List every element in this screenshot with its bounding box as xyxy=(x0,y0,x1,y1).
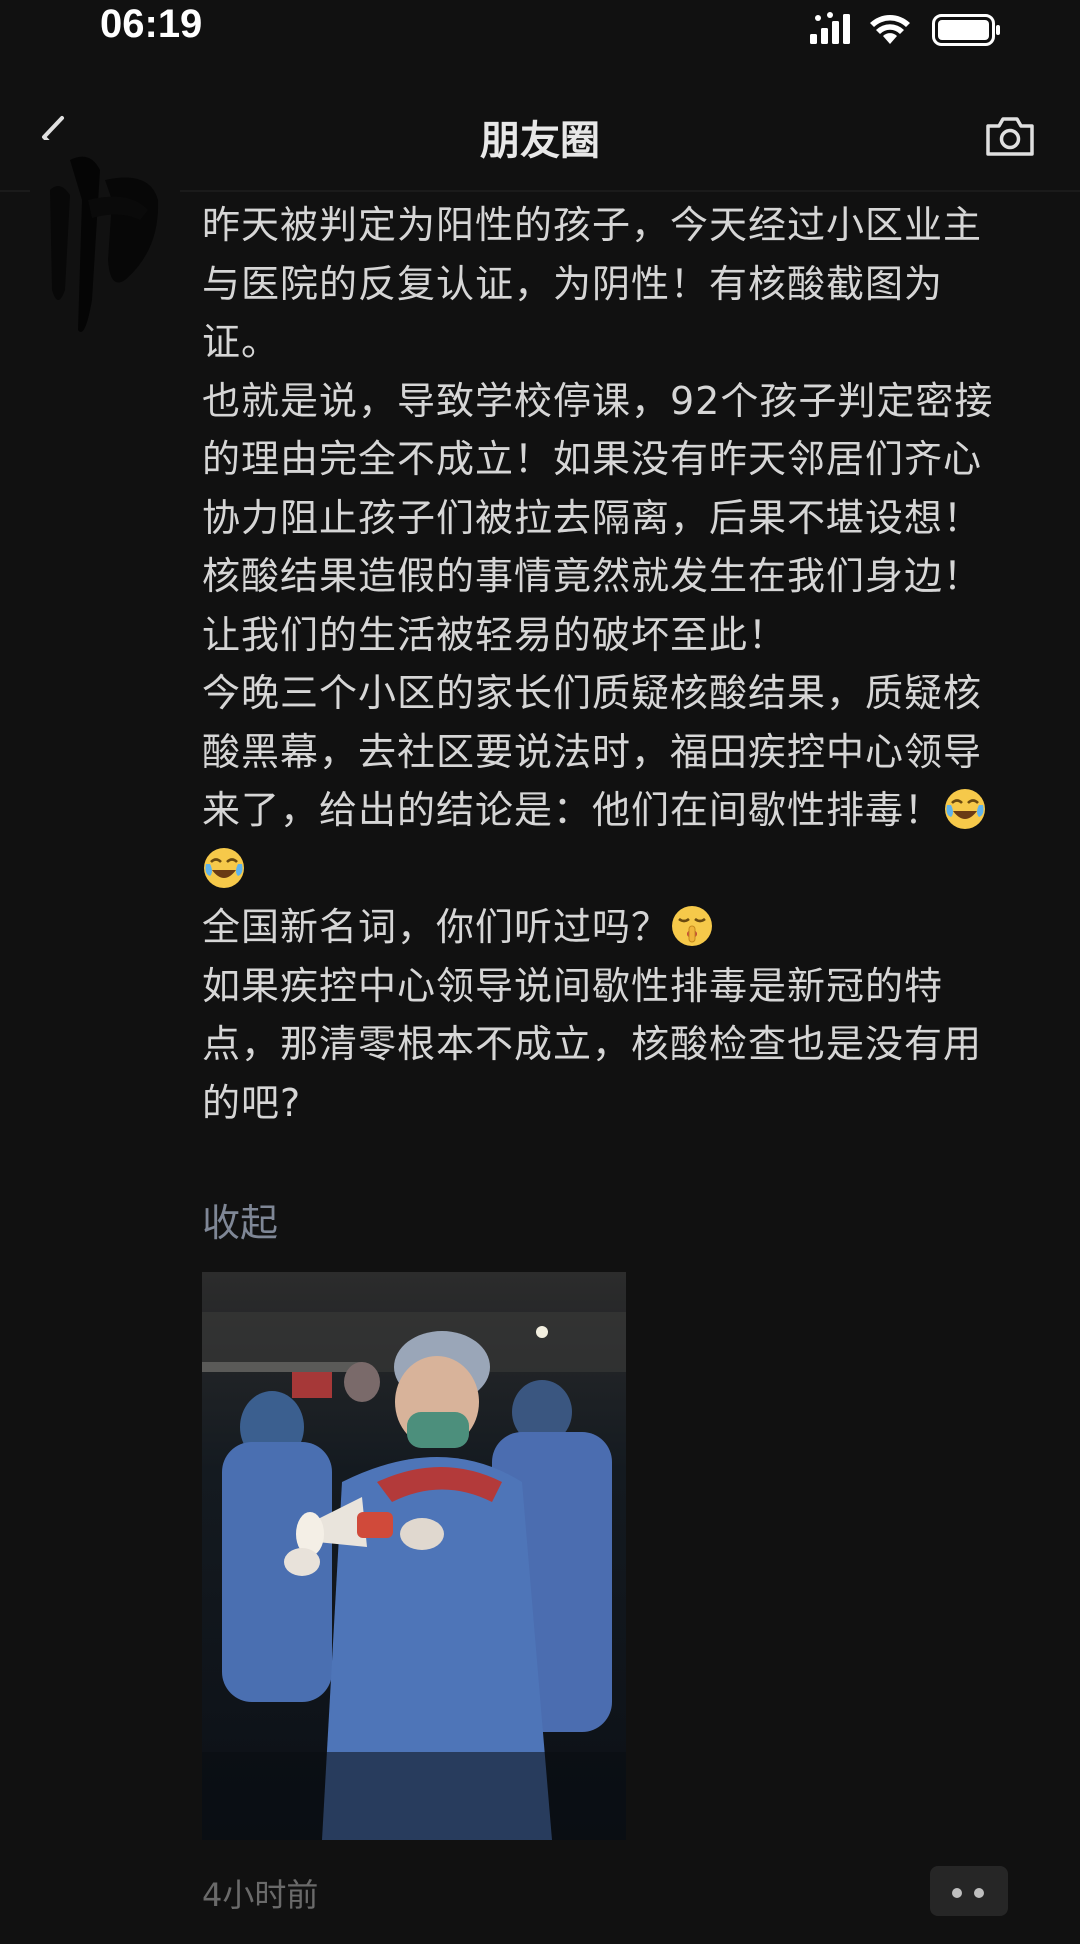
collapse-link[interactable]: 收起 xyxy=(202,1192,278,1247)
post-paragraph-text: 全国新名词，你们听过吗？ xyxy=(202,905,671,949)
post-text: 昨天被判定为阳性的孩子，今天经过小区业主与医院的反复认证，为阴性！有核酸截图为证… xyxy=(202,196,1008,1132)
more-button[interactable] xyxy=(930,1866,1008,1916)
wifi-icon xyxy=(870,15,910,44)
more-dots-icon xyxy=(974,1888,984,1898)
camera-icon[interactable] xyxy=(984,114,1036,158)
post-paragraph-text: 今晚三个小区的家长们质疑核酸结果，质疑核酸黑幕，去社区要说法时，福田疾控中心领导… xyxy=(202,671,983,832)
tears-of-joy-emoji xyxy=(204,847,244,888)
post-paragraph: 如果疾控中心领导说间歇性排毒是新冠的特点，那清零根本不成立，核酸检查也是没有用的… xyxy=(202,963,983,1125)
tears-of-joy-emoji xyxy=(945,789,986,829)
post-paragraph: 也就是说，导致学校停课，92个孩子判定密接的理由完全不成立！如果没有昨天邻居们齐… xyxy=(202,378,994,540)
post-photo[interactable] xyxy=(202,1272,626,1840)
shushing-face-emoji xyxy=(672,906,713,946)
post-paragraph: 昨天被判定为阳性的孩子，今天经过小区业主与医院的反复认证，为阴性！有核酸截图为证… xyxy=(202,203,983,364)
status-time: 06:19 xyxy=(100,2,203,46)
status-bar: 06:19 xyxy=(0,0,1080,60)
avatar[interactable] xyxy=(30,140,180,350)
post-timestamp: 4小时前 xyxy=(202,1876,319,1914)
post-paragraph: 今晚三个小区的家长们质疑核酸结果，质疑核酸黑幕，去社区要说法时，福田疾控中心领导… xyxy=(202,664,1008,898)
status-icons xyxy=(810,10,1010,50)
more-dots-icon xyxy=(952,1888,962,1898)
battery-icon xyxy=(932,14,1000,46)
post-paragraph: 全国新名词，你们听过吗？ xyxy=(202,898,1008,957)
post-paragraph: 核酸结果造假的事情竟然就发生在我们身边！让我们的生活被轻易的破坏至此！ xyxy=(202,554,983,657)
moments-screen: 06:19 朋友圈 昨天被判定为阳性的孩子，今天经过小区业主与医院的反复认证，为… xyxy=(0,0,1080,1944)
signal-icon xyxy=(810,12,850,44)
